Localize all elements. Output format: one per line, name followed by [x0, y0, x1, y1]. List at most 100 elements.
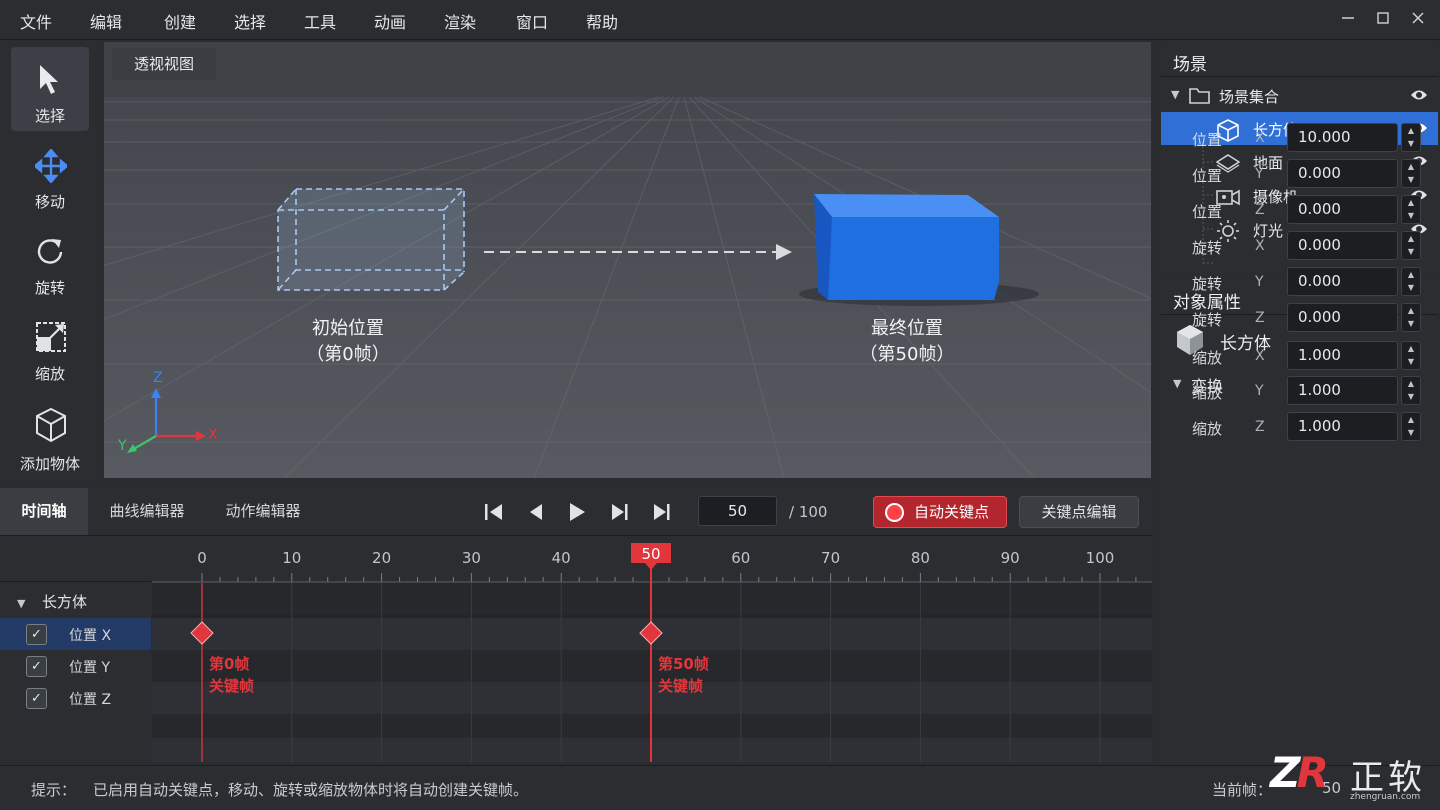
3d-viewport[interactable]: 透视视图 初始位置 （第0帧） 最终位置 （第50帧） Z X Y: [104, 42, 1151, 478]
end-position-label: 最终位置: [871, 318, 943, 339]
key-edit-button[interactable]: 关键点编辑: [1019, 496, 1139, 528]
ruler-label: 90: [1000, 549, 1020, 567]
property-value-input[interactable]: 0.000: [1287, 231, 1398, 260]
track-checkbox[interactable]: ✓: [26, 656, 47, 677]
stepper-icon[interactable]: ▲ ▼: [1401, 341, 1421, 370]
current-frame-input[interactable]: 50: [698, 496, 777, 526]
transform-row: 旋转 Z 0.000 ▲ ▼: [1161, 301, 1438, 337]
property-label: 缩放: [1192, 420, 1223, 438]
end-position-frame: （第50帧）: [859, 344, 955, 365]
property-value-input[interactable]: 1.000: [1287, 412, 1398, 441]
properties-panel: 对象属性 长方体 ▼ 变换 位置 X 10.000 ▲ ▼ 位置 Y 0.000 ▲ ▼ 位置 Z 0.…: [1161, 123, 1438, 765]
play-icon[interactable]: [566, 501, 588, 523]
track-position-z[interactable]: ✓ 位置 Z: [0, 682, 151, 714]
axis-label: X: [1255, 348, 1265, 364]
select-tool-button[interactable]: 选择: [11, 47, 89, 131]
transform-row: 位置 X 10.000 ▲ ▼: [1161, 121, 1438, 157]
stepper-icon[interactable]: ▲ ▼: [1401, 376, 1421, 405]
tab-timeline[interactable]: 时间轴: [0, 488, 88, 535]
stepper-icon[interactable]: ▲ ▼: [1401, 195, 1421, 224]
transform-row: 缩放 X 1.000 ▲ ▼: [1161, 339, 1438, 375]
property-value-input[interactable]: 0.000: [1287, 195, 1398, 224]
keyframe-label: 关键帧: [658, 677, 704, 695]
move-tool-button[interactable]: 移动: [11, 133, 89, 217]
track-label: 位置 Y: [69, 660, 111, 676]
current-frame-label: 当前帧：: [1212, 781, 1273, 799]
first-frame-icon[interactable]: [483, 501, 505, 523]
perspective-view-tab[interactable]: 透视视图: [112, 48, 216, 80]
minimize-icon[interactable]: [1336, 8, 1360, 32]
ruler-label: 70: [821, 549, 841, 567]
property-value-input[interactable]: 1.000: [1287, 376, 1398, 405]
tab-action-editor[interactable]: 动作编辑器: [206, 488, 320, 535]
menu-edit[interactable]: 编辑: [90, 9, 122, 33]
menu-animation[interactable]: 动画: [374, 9, 406, 33]
menu-create[interactable]: 创建: [164, 9, 196, 33]
playhead-label[interactable]: 50: [631, 545, 671, 563]
property-value-input[interactable]: 10.000: [1287, 123, 1398, 152]
ruler-label: 40: [551, 549, 571, 567]
menu-file[interactable]: 文件: [20, 9, 52, 33]
property-value-input[interactable]: 0.000: [1287, 303, 1398, 332]
ghost-cube: [277, 188, 465, 291]
chevron-down-icon[interactable]: ▼: [17, 597, 25, 610]
track-checkbox[interactable]: ✓: [26, 688, 47, 709]
move-icon: [35, 149, 67, 183]
track-object-label[interactable]: 长方体: [42, 591, 87, 612]
dopesheet-grid: [152, 537, 1152, 762]
axis-label: Z: [1255, 310, 1265, 326]
previous-frame-icon[interactable]: [525, 501, 547, 523]
stepper-icon[interactable]: ▲ ▼: [1401, 123, 1421, 152]
status-bar: 提示： 已启用自动关键点，移动、旋转或缩放物体时将自动创建关键帧。 当前帧： 5…: [0, 748, 1440, 810]
ruler-label: 20: [372, 549, 392, 567]
menu-select[interactable]: 选择: [234, 9, 266, 33]
maximize-icon[interactable]: [1371, 8, 1395, 32]
stepper-icon[interactable]: ▲ ▼: [1401, 231, 1421, 260]
cube-icon: [36, 407, 66, 443]
ruler-label: 60: [731, 549, 751, 567]
keyframe-label: 关键帧: [209, 677, 255, 695]
property-label: 旋转: [1192, 239, 1223, 257]
rotate-tool-button[interactable]: 旋转: [11, 219, 89, 303]
property-value-input[interactable]: 1.000: [1287, 341, 1398, 370]
axis-y-label: Y: [118, 438, 127, 454]
menu-tools[interactable]: 工具: [304, 9, 336, 33]
viewport-scene: [104, 42, 1151, 478]
axis-label: Y: [1255, 383, 1264, 399]
transform-row: 缩放 Z 1.000 ▲ ▼: [1161, 410, 1438, 446]
track-position-y[interactable]: ✓ 位置 Y: [0, 650, 151, 682]
last-frame-icon[interactable]: [651, 501, 673, 523]
property-value-input[interactable]: 0.000: [1287, 159, 1398, 188]
track-position-x[interactable]: ✓ 位置 X: [0, 618, 151, 650]
select-tool-label: 选择: [34, 107, 65, 125]
close-icon[interactable]: [1406, 8, 1430, 32]
stepper-icon[interactable]: ▲ ▼: [1401, 159, 1421, 188]
stepper-icon[interactable]: ▲ ▼: [1401, 267, 1421, 296]
axis-label: Z: [1255, 419, 1265, 435]
transform-row: 位置 Y 0.000 ▲ ▼: [1161, 157, 1438, 193]
property-label: 位置: [1192, 167, 1223, 185]
menu-bar: 文件 编辑 创建 选择 工具 动画 渲染 窗口 帮助: [0, 0, 1440, 40]
menu-window[interactable]: 窗口: [516, 9, 548, 33]
auto-key-button[interactable]: 自动关键点: [873, 496, 1007, 528]
transform-row: 缩放 Y 1.000 ▲ ▼: [1161, 374, 1438, 410]
ruler-label: 80: [910, 549, 930, 567]
keyframe-label: 第50帧: [658, 655, 709, 673]
property-value-input[interactable]: 0.000: [1287, 267, 1398, 296]
next-frame-icon[interactable]: [609, 501, 631, 523]
start-position-label: 初始位置: [312, 318, 384, 339]
stepper-icon[interactable]: ▲ ▼: [1401, 303, 1421, 332]
axis-label: X: [1255, 130, 1265, 146]
rotate-tool-label: 旋转: [34, 279, 65, 297]
tab-curve-editor[interactable]: 曲线编辑器: [90, 488, 204, 535]
keyframe-label: 第0帧: [209, 655, 250, 673]
transform-row: 旋转 Y 0.000 ▲ ▼: [1161, 265, 1438, 301]
property-label: 缩放: [1192, 384, 1223, 402]
scale-tool-button[interactable]: 缩放: [11, 305, 89, 389]
menu-render[interactable]: 渲染: [444, 9, 476, 33]
menu-help[interactable]: 帮助: [586, 9, 618, 33]
stepper-icon[interactable]: ▲ ▼: [1401, 412, 1421, 441]
track-checkbox[interactable]: ✓: [26, 624, 47, 645]
add-object-button[interactable]: 添加物体: [11, 391, 89, 475]
dopesheet[interactable]: 0 10 20 30 40 60 70 80 90 100 50 第0帧 关键帧 第50帧 关键帧: [152, 537, 1152, 762]
